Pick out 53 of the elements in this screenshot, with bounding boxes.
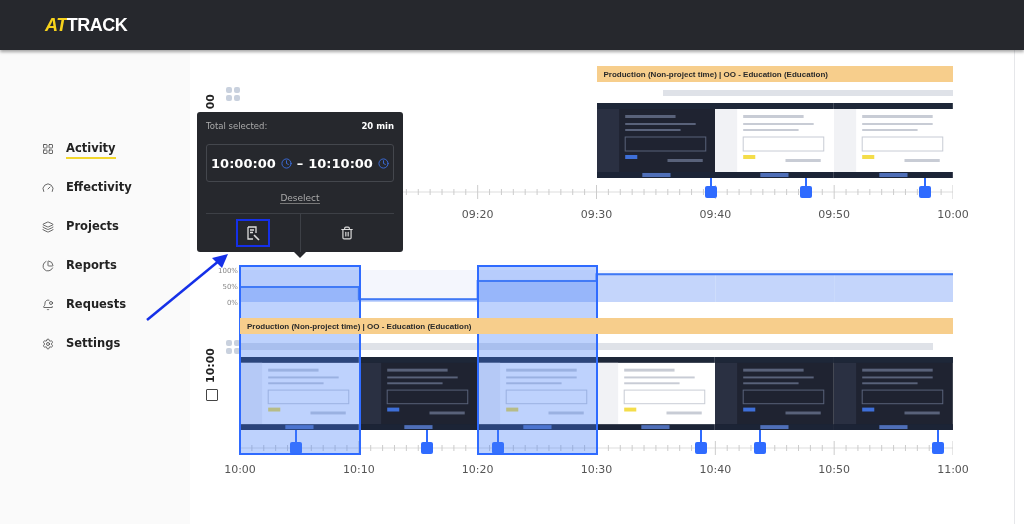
- selection-overlay[interactable]: [239, 265, 361, 455]
- time-label: 09:40: [699, 208, 732, 221]
- time-label: 10:50: [818, 463, 850, 476]
- logo[interactable]: ATTRACK: [45, 14, 128, 36]
- start-time: 10:00:00: [211, 155, 276, 171]
- time-label: 10:40: [699, 463, 732, 476]
- timeline-marker[interactable]: [754, 430, 766, 454]
- time-label: 10:30: [580, 463, 613, 476]
- project-bar[interactable]: Production (Non-project time) | OO - Education (Education): [596, 66, 953, 82]
- bell-icon: [42, 299, 54, 311]
- timeline-marker[interactable]: [290, 430, 302, 454]
- grid-icon[interactable]: [226, 340, 240, 354]
- document-pencil-icon: [245, 225, 260, 241]
- timeline-marker[interactable]: [492, 430, 504, 454]
- selection-overlay[interactable]: [476, 265, 599, 455]
- timeline-marker[interactable]: [421, 430, 433, 454]
- timeline-marker[interactable]: [932, 430, 944, 454]
- nav-item[interactable]: Settings: [66, 334, 121, 354]
- timeline-marker[interactable]: [695, 430, 707, 454]
- timeline-marker[interactable]: [800, 178, 812, 198]
- deselect-link[interactable]: Deselect: [280, 193, 320, 204]
- time-label: 09:50: [818, 208, 850, 221]
- gauge-icon: [42, 182, 54, 194]
- nav-item[interactable]: Projects: [66, 217, 119, 237]
- timeline-marker[interactable]: [919, 178, 931, 198]
- time-label: 09:30: [580, 208, 613, 221]
- time-label: 10:00: [937, 208, 969, 221]
- pie-chart-icon: [42, 260, 54, 272]
- time-label: 10:20: [461, 463, 494, 476]
- checkbox[interactable]: [206, 389, 218, 401]
- clock-icon[interactable]: [280, 157, 292, 169]
- range-separator: –: [296, 155, 304, 171]
- total-duration: 20 min: [361, 121, 394, 131]
- grid-icon: [42, 143, 54, 155]
- clock-icon[interactable]: [377, 157, 389, 169]
- hour-label: 10:00: [204, 348, 217, 383]
- nav-item[interactable]: Effectivity: [66, 178, 132, 198]
- time-range-field[interactable]: 10:00:00 – 10:10:00: [206, 144, 394, 182]
- end-time: 10:10:00: [308, 155, 373, 171]
- nav-item[interactable]: Activity: [66, 139, 116, 159]
- popup-title: Total selected:: [206, 121, 268, 131]
- time-label: 11:00: [937, 463, 969, 476]
- project-bar[interactable]: Production (Non-project time) | OO - Education (Education): [240, 318, 953, 334]
- layers-icon: [42, 221, 54, 233]
- nav-item[interactable]: Requests: [66, 295, 127, 315]
- settings-icon: [42, 338, 54, 350]
- time-label: 10:00: [224, 463, 256, 476]
- time-label: 09:20: [461, 208, 494, 221]
- hour-label: 00: [204, 94, 217, 110]
- time-label: 10:10: [343, 463, 375, 476]
- nav-item[interactable]: Reports: [66, 256, 117, 276]
- edit-button[interactable]: [235, 219, 270, 247]
- timeline-marker[interactable]: [705, 178, 717, 198]
